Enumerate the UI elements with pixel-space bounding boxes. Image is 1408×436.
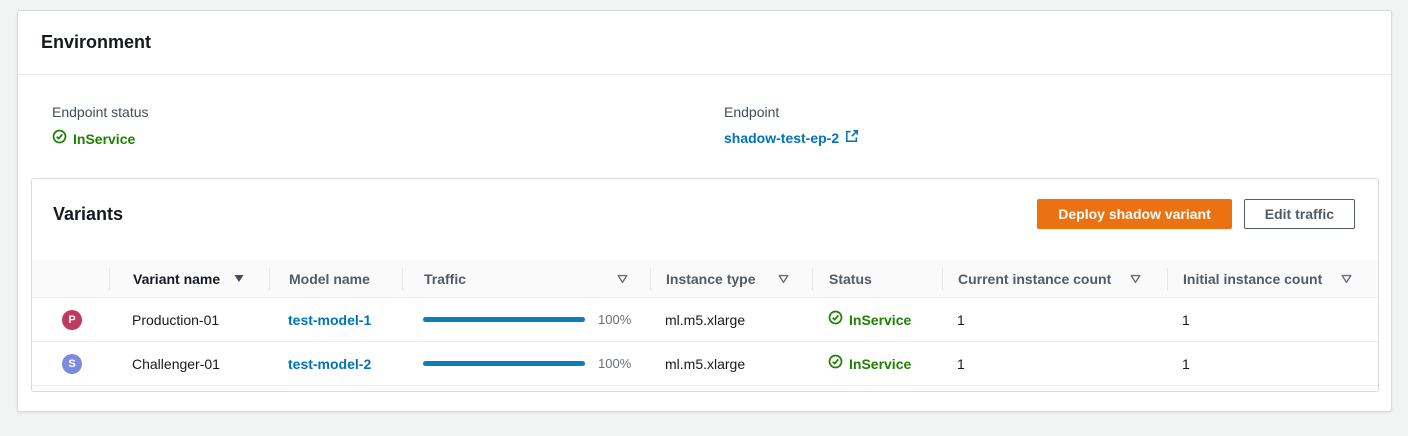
endpoint-field: Endpoint shadow-test-ep-2 [724, 104, 859, 148]
column-header-model-name: Model name [269, 268, 402, 290]
column-header-traffic: Traffic [402, 268, 650, 290]
model-link[interactable]: test-model-1 [288, 312, 371, 328]
variants-actions: Deploy shadow variant Edit traffic [1037, 199, 1355, 229]
filter-caret-icon[interactable] [1130, 274, 1141, 284]
model-name-cell: test-model-2 [269, 356, 402, 372]
sort-caret-icon[interactable] [234, 274, 244, 283]
column-header-variant-name[interactable]: Variant name [109, 268, 269, 290]
endpoint-label: Endpoint [724, 104, 859, 120]
variants-panel-header: Variants Deploy shadow variant Edit traf… [32, 179, 1378, 229]
endpoint-link-text: shadow-test-ep-2 [724, 129, 839, 147]
traffic-cell: 100% [402, 356, 650, 371]
column-header-label: Traffic [424, 271, 466, 287]
variant-name-cell: Production-01 [109, 312, 269, 328]
variants-table: Variant name Model name Traffic Instance… [32, 260, 1378, 386]
check-circle-icon [828, 310, 843, 329]
initial-instance-count-cell: 1 [1167, 356, 1378, 372]
column-header-instance-type: Instance type [650, 268, 812, 290]
edit-traffic-button[interactable]: Edit traffic [1244, 199, 1355, 229]
endpoint-value: shadow-test-ep-2 [724, 129, 859, 147]
environment-title: Environment [41, 32, 151, 53]
column-header-label: Initial instance count [1183, 271, 1322, 287]
status-text: InService [849, 311, 911, 329]
status-text: InService [849, 355, 911, 373]
traffic-cell: 100% [402, 312, 650, 327]
filter-caret-icon[interactable] [778, 274, 789, 284]
traffic-bar [423, 361, 585, 366]
environment-fields: Endpoint status InService Endpoint shado… [18, 75, 1391, 148]
shadow-badge: S [62, 354, 82, 374]
column-header-label: Variant name [133, 271, 220, 287]
variants-panel: Variants Deploy shadow variant Edit traf… [31, 178, 1379, 392]
variants-table-header: Variant name Model name Traffic Instance… [32, 260, 1378, 298]
status-cell: InService [812, 354, 942, 373]
column-header-label: Status [829, 271, 872, 287]
variant-badge-cell: P [32, 310, 109, 330]
table-row-shadow: S Challenger-01 test-model-2 100% ml.m5.… [32, 342, 1378, 386]
instance-type-cell: ml.m5.xlarge [650, 312, 812, 328]
external-link-icon [845, 129, 859, 147]
endpoint-status-field: Endpoint status InService [52, 104, 724, 148]
production-badge: P [62, 310, 82, 330]
table-row-production: P Production-01 test-model-1 100% ml.m5.… [32, 298, 1378, 342]
filter-caret-icon[interactable] [617, 274, 628, 284]
status-value: InService [828, 354, 911, 373]
traffic-bar [423, 317, 585, 322]
model-name-cell: test-model-1 [269, 312, 402, 328]
instance-type-cell: ml.m5.xlarge [650, 356, 812, 372]
deploy-shadow-variant-button[interactable]: Deploy shadow variant [1037, 199, 1231, 229]
traffic-percent: 100% [598, 312, 631, 327]
current-instance-count-cell: 1 [942, 356, 1167, 372]
current-instance-count-cell: 1 [942, 312, 1167, 328]
status-value: InService [828, 310, 911, 329]
column-header-label: Current instance count [958, 271, 1111, 287]
endpoint-link[interactable]: shadow-test-ep-2 [724, 129, 859, 147]
column-header-label: Instance type [666, 271, 755, 287]
environment-card-header: Environment [18, 11, 1391, 75]
variant-badge-cell: S [32, 354, 109, 374]
check-circle-icon [828, 354, 843, 373]
status-cell: InService [812, 310, 942, 329]
page: { "environment": { "title": "Environment… [0, 0, 1408, 436]
initial-instance-count-cell: 1 [1167, 312, 1378, 328]
traffic-percent: 100% [598, 356, 631, 371]
variants-title: Variants [53, 204, 123, 225]
column-header-badge [32, 268, 109, 290]
model-link[interactable]: test-model-2 [288, 356, 371, 372]
endpoint-status-text: InService [73, 130, 135, 148]
variant-name-cell: Challenger-01 [109, 356, 269, 372]
check-circle-icon [52, 129, 67, 148]
filter-caret-icon[interactable] [1341, 274, 1352, 284]
column-header-current-instance-count: Current instance count [942, 268, 1167, 290]
environment-card: Environment Endpoint status InService En… [17, 10, 1392, 412]
endpoint-status-value: InService [52, 129, 724, 148]
endpoint-status-label: Endpoint status [52, 104, 724, 120]
column-header-status: Status [812, 268, 942, 290]
column-header-initial-instance-count: Initial instance count [1167, 268, 1378, 290]
column-header-label: Model name [289, 271, 370, 287]
